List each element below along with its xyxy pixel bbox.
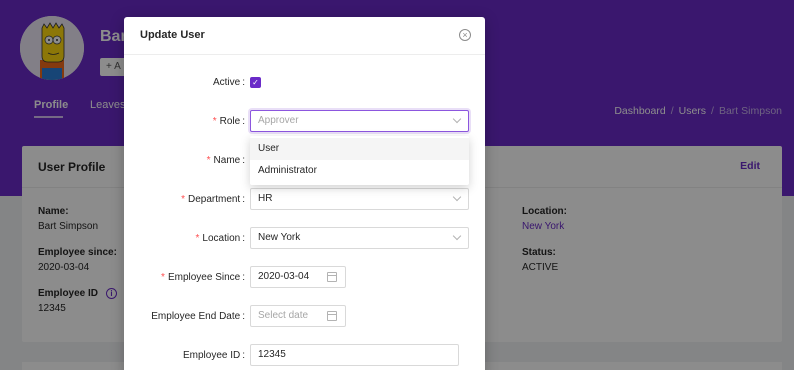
department-label: * Department: [181, 194, 245, 205]
label-colon: : [242, 194, 245, 205]
employee-end-date-label: Employee End Date: [151, 311, 245, 322]
employee-since-label-text: Employee Since [167, 272, 241, 283]
check-icon: ✓ [252, 78, 259, 87]
employee-since-value: 2020-03-04 [258, 271, 310, 282]
role-label: * Role: [213, 116, 245, 127]
calendar-icon [327, 272, 337, 282]
label-colon: : [242, 233, 245, 244]
employee-id-label: Employee ID: [183, 350, 245, 361]
employee-id-input[interactable]: 12345 [250, 344, 459, 366]
update-user-modal: Update User × Active: ✓ * Role: Approver … [124, 17, 485, 370]
chevron-down-icon [452, 231, 462, 241]
location-label-text: Location [202, 233, 241, 244]
required-marker: * [206, 155, 211, 166]
required-marker: * [161, 272, 165, 283]
active-label: Active: [213, 77, 245, 88]
department-label-text: Department [187, 194, 241, 205]
active-label-text: Active [212, 77, 241, 88]
employee-id-input-value: 12345 [258, 349, 286, 360]
required-marker: * [195, 233, 200, 244]
label-colon: : [242, 77, 245, 88]
location-select[interactable]: New York [250, 227, 469, 249]
role-option-administrator[interactable]: Administrator [250, 160, 469, 182]
location-select-value: New York [258, 232, 301, 243]
label-colon: : [242, 350, 245, 361]
required-marker: * [212, 116, 217, 127]
calendar-icon [327, 311, 337, 321]
name-label: * Name: [207, 155, 245, 166]
employee-end-date-label-text: Employee End Date [151, 311, 241, 322]
required-marker: * [181, 194, 185, 205]
role-select[interactable]: Approver [250, 110, 469, 132]
location-label: * Location: [196, 233, 246, 244]
label-colon: : [242, 272, 245, 283]
close-icon[interactable]: × [459, 29, 471, 41]
active-checkbox[interactable]: ✓ [250, 77, 261, 88]
chevron-down-icon [452, 114, 462, 124]
name-label-text: Name [213, 155, 241, 166]
department-select[interactable]: HR [250, 188, 469, 210]
department-select-value: HR [258, 193, 273, 204]
modal-title: Update User [140, 29, 205, 41]
employee-since-label: * Employee Since: [161, 272, 245, 283]
employee-end-date-placeholder: Select date [258, 310, 309, 321]
modal-header: Update User × [124, 17, 485, 55]
label-colon: : [242, 116, 245, 127]
chevron-down-icon [452, 192, 462, 202]
employee-id-label-text: Employee ID [182, 350, 241, 361]
label-colon: : [242, 311, 245, 322]
employee-since-datepicker[interactable]: 2020-03-04 [250, 266, 346, 288]
role-label-text: Role [219, 116, 241, 127]
label-colon: : [242, 155, 245, 166]
role-dropdown: User Administrator [250, 136, 469, 185]
employee-end-date-datepicker[interactable]: Select date [250, 305, 346, 327]
role-option-user[interactable]: User [250, 138, 469, 160]
role-select-placeholder: Approver [258, 115, 299, 126]
